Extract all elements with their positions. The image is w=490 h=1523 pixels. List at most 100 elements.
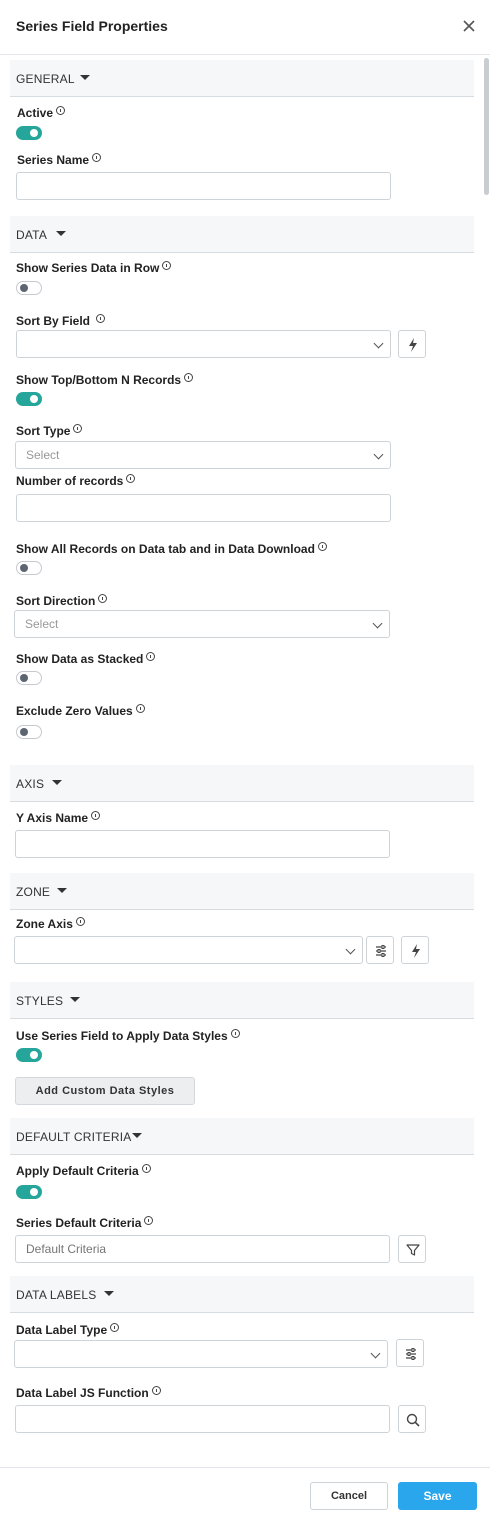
lightning-icon — [409, 338, 417, 352]
caret-down-icon — [56, 231, 66, 236]
section-default-criteria-label: DEFAULT CRITERIA — [16, 1130, 132, 1144]
info-icon — [126, 474, 136, 483]
save-button[interactable]: Save — [398, 1482, 477, 1510]
show-data-stacked-toggle[interactable] — [16, 671, 42, 685]
search-icon — [406, 1413, 420, 1427]
series-default-criteria-label: Series Default Criteria — [16, 1216, 154, 1230]
section-data-label: DATA — [16, 228, 48, 242]
zone-axis-dynamic-button[interactable] — [401, 936, 429, 964]
section-axis-label: AXIS — [16, 777, 45, 791]
cancel-button[interactable]: Cancel — [310, 1482, 388, 1510]
data-label-js-function-label: Data Label JS Function — [16, 1386, 161, 1400]
zone-axis-settings-button[interactable] — [366, 936, 394, 964]
apply-default-criteria-toggle[interactable] — [16, 1185, 42, 1199]
sliders-icon — [406, 1348, 416, 1360]
scrollbar-thumb[interactable] — [484, 58, 489, 195]
info-icon — [56, 106, 66, 115]
filter-icon — [406, 1244, 420, 1256]
caret-down-icon — [70, 997, 80, 1002]
dialog-header: Series Field Properties — [0, 0, 490, 55]
zone-axis-select[interactable] — [14, 936, 363, 964]
show-all-records-label: Show All Records on Data tab and in Data… — [16, 542, 327, 556]
chevron-down-icon — [370, 1348, 381, 1359]
info-icon — [144, 1216, 154, 1225]
data-label-js-function-input[interactable] — [15, 1405, 390, 1433]
number-of-records-input[interactable] — [16, 494, 391, 522]
section-axis[interactable]: AXIS — [10, 765, 474, 802]
lightning-icon — [412, 944, 420, 958]
sort-by-field-select[interactable] — [16, 330, 391, 358]
add-custom-data-styles-button[interactable]: Add Custom Data Styles — [15, 1077, 195, 1105]
series-name-label: Series Name — [17, 153, 102, 167]
section-general[interactable]: GENERAL — [10, 60, 474, 97]
caret-down-icon — [52, 780, 62, 785]
info-icon — [96, 314, 106, 323]
info-icon — [317, 542, 327, 551]
sliders-icon — [376, 945, 386, 957]
section-zone[interactable]: ZONE — [10, 873, 474, 910]
show-all-records-toggle[interactable] — [16, 561, 42, 575]
caret-down-icon — [132, 1133, 142, 1138]
data-label-type-settings-button[interactable] — [396, 1339, 424, 1367]
info-icon — [230, 1029, 240, 1038]
info-icon — [110, 1323, 120, 1332]
y-axis-name-label: Y Axis Name — [16, 811, 101, 825]
info-icon — [75, 917, 85, 926]
section-zone-label: ZONE — [16, 885, 51, 899]
active-toggle[interactable] — [16, 126, 42, 140]
section-data-labels-label: DATA LABELS — [16, 1288, 97, 1302]
use-series-field-styles-toggle[interactable] — [16, 1048, 42, 1062]
show-top-bottom-toggle[interactable] — [16, 392, 42, 406]
dialog-footer: Cancel Save — [0, 1467, 490, 1523]
chevron-down-icon — [373, 449, 384, 460]
sort-by-field-label: Sort By Field — [16, 314, 106, 328]
info-icon — [92, 153, 102, 162]
chevron-down-icon — [373, 338, 384, 349]
sort-direction-label: Sort Direction — [16, 594, 108, 608]
show-series-data-in-row-toggle[interactable] — [16, 281, 42, 295]
show-top-bottom-label: Show Top/Bottom N Records — [16, 373, 194, 387]
number-of-records-label: Number of records — [16, 474, 136, 488]
zone-axis-label: Zone Axis — [16, 917, 85, 931]
info-icon — [146, 652, 156, 661]
data-label-js-search-button[interactable] — [398, 1405, 426, 1433]
info-icon — [135, 704, 145, 713]
section-data-labels[interactable]: DATA LABELS — [10, 1276, 474, 1313]
close-icon[interactable] — [461, 18, 477, 34]
series-name-input[interactable] — [16, 172, 391, 200]
section-styles[interactable]: STYLES — [10, 982, 474, 1019]
apply-default-criteria-label: Apply Default Criteria — [16, 1164, 151, 1178]
sort-type-label: Sort Type — [16, 424, 83, 438]
info-icon — [184, 373, 194, 382]
series-default-criteria-filter-button[interactable] — [398, 1235, 426, 1263]
section-styles-label: STYLES — [16, 994, 64, 1008]
show-data-stacked-label: Show Data as Stacked — [16, 652, 156, 666]
caret-down-icon — [57, 888, 67, 893]
caret-down-icon — [104, 1291, 114, 1296]
y-axis-name-input[interactable] — [15, 830, 390, 858]
exclude-zero-label: Exclude Zero Values — [16, 704, 145, 718]
section-default-criteria[interactable]: DEFAULT CRITERIA — [10, 1118, 474, 1155]
info-icon — [141, 1164, 151, 1173]
info-icon — [98, 594, 108, 603]
show-series-data-in-row-label: Show Series Data in Row — [16, 261, 172, 275]
data-label-type-select[interactable] — [14, 1340, 388, 1368]
section-general-label: GENERAL — [16, 72, 75, 86]
section-data[interactable]: DATA — [10, 216, 474, 253]
sort-by-field-dynamic-button[interactable] — [398, 330, 426, 358]
chevron-down-icon — [372, 618, 383, 629]
data-label-type-label: Data Label Type — [16, 1323, 120, 1337]
sort-type-select[interactable]: Select — [15, 441, 391, 469]
series-default-criteria-input[interactable] — [15, 1235, 390, 1263]
info-icon — [162, 261, 172, 270]
info-icon — [73, 424, 83, 433]
info-icon — [151, 1386, 161, 1395]
info-icon — [91, 811, 101, 820]
chevron-down-icon — [345, 944, 356, 955]
dialog-title: Series Field Properties — [16, 18, 168, 34]
use-series-field-styles-label: Use Series Field to Apply Data Styles — [16, 1029, 240, 1043]
exclude-zero-toggle[interactable] — [16, 725, 42, 739]
caret-down-icon — [80, 75, 90, 80]
sort-direction-select[interactable]: Select — [14, 610, 390, 638]
active-label: Active — [17, 106, 66, 120]
